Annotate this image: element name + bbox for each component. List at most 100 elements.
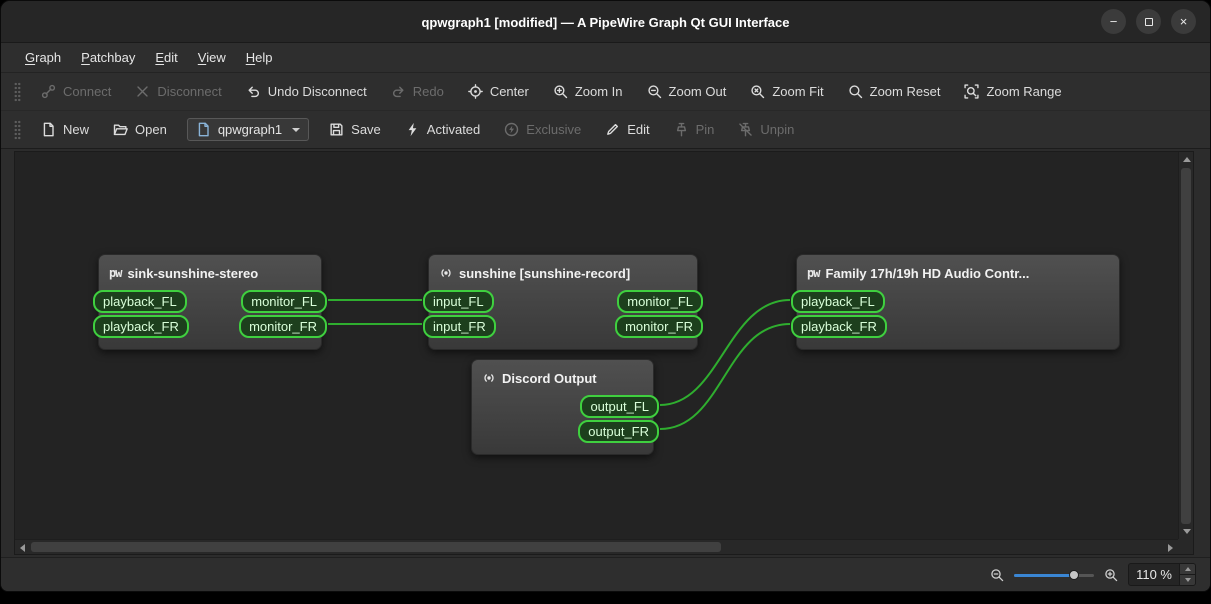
minimize-button[interactable]: − [1101, 9, 1126, 34]
file-icon [196, 122, 211, 137]
app-window: qpwgraph1 [modified] — A PipeWire Graph … [0, 0, 1211, 592]
port-input_FR[interactable]: input_FR [423, 315, 496, 338]
port-output_FR[interactable]: output_FR [578, 420, 659, 443]
scrollbar-corner [1178, 539, 1193, 554]
pipewire-icon: pw [109, 266, 122, 280]
unpin-icon [738, 122, 753, 137]
zoom-fit-icon [750, 84, 765, 99]
port-playback_FR[interactable]: playback_FR [791, 315, 887, 338]
node-title: sunshine [sunshine-record] [459, 265, 631, 281]
spin-up-button[interactable] [1180, 564, 1195, 574]
patchbay-toolbar: New Open qpwgraph1 Save Activated Exclus… [1, 111, 1210, 149]
zoom-value[interactable]: 110 % [1129, 564, 1179, 585]
port-playback_FL[interactable]: playback_FL [93, 290, 187, 313]
open-button[interactable]: Open [101, 111, 179, 148]
port-monitor_FR[interactable]: monitor_FR [615, 315, 703, 338]
redo-button[interactable]: Redo [379, 73, 456, 110]
scroll-up-button[interactable] [1179, 152, 1194, 167]
center-icon [468, 84, 483, 99]
node-family-hd-audio-controller[interactable]: pw Family 17h/19h HD Audio Contr... play… [791, 254, 1120, 350]
zoom-in-icon [553, 84, 568, 99]
statusbar: 110 % [1, 557, 1210, 591]
port-input_FL[interactable]: input_FL [423, 290, 494, 313]
close-button[interactable]: × [1171, 9, 1196, 34]
zoom-out-button[interactable]: Zoom Out [635, 73, 739, 110]
menu-help[interactable]: Help [236, 46, 283, 69]
activated-toggle[interactable]: Activated [393, 111, 492, 148]
node-title: Discord Output [502, 370, 597, 386]
zoom-out-icon[interactable] [990, 568, 1004, 582]
pipewire-icon: pw [807, 266, 820, 280]
arrow-down-icon [1182, 529, 1191, 534]
zoom-in-button[interactable]: Zoom In [541, 73, 635, 110]
new-file-icon [41, 122, 56, 137]
scroll-right-button[interactable] [1163, 540, 1178, 555]
save-icon [329, 122, 344, 137]
node-sunshine-record[interactable]: sunshine [sunshine-record] input_FL moni… [423, 254, 703, 350]
redo-icon [391, 84, 406, 99]
port-monitor_FL[interactable]: monitor_FL [241, 290, 327, 313]
zoom-reset-button[interactable]: Zoom Reset [836, 73, 953, 110]
disconnect-button[interactable]: Disconnect [123, 73, 233, 110]
node-discord-output[interactable]: Discord Output output_FL output_FR [471, 359, 659, 455]
pin-icon [674, 122, 689, 137]
scroll-left-button[interactable] [15, 540, 30, 555]
slider-handle[interactable] [1069, 569, 1080, 580]
horizontal-scroll-thumb[interactable] [31, 542, 721, 552]
node-sink-sunshine-stereo[interactable]: pw sink-sunshine-stereo playback_FL moni… [93, 254, 327, 350]
vertical-scrollbar[interactable] [1178, 152, 1193, 539]
pin-button[interactable]: Pin [662, 111, 727, 148]
connect-icon [41, 84, 56, 99]
connect-button[interactable]: Connect [29, 73, 123, 110]
port-playback_FR[interactable]: playback_FR [93, 315, 189, 338]
exclusive-toggle[interactable]: Exclusive [492, 111, 593, 148]
port-playback_FL[interactable]: playback_FL [791, 290, 885, 313]
zoom-slider[interactable] [1014, 568, 1095, 582]
center-button[interactable]: Center [456, 73, 541, 110]
zoom-range-button[interactable]: Zoom Range [952, 73, 1073, 110]
window-title: qpwgraph1 [modified] — A PipeWire Graph … [421, 14, 790, 30]
exclusive-icon [504, 122, 519, 137]
scroll-down-button[interactable] [1179, 524, 1194, 539]
zoom-range-icon [964, 84, 979, 99]
menu-patchbay[interactable]: Patchbay [71, 46, 145, 69]
arrow-left-icon [20, 543, 25, 552]
menubar: Graph Patchbay Edit View Help [1, 43, 1210, 73]
close-icon: × [1179, 14, 1188, 29]
zoom-reset-icon [848, 84, 863, 99]
minimize-icon: − [1109, 14, 1118, 29]
unpin-button[interactable]: Unpin [726, 111, 806, 148]
edit-toggle[interactable]: Edit [593, 111, 661, 148]
zoom-fit-button[interactable]: Zoom Fit [738, 73, 835, 110]
zoom-in-icon[interactable] [1104, 568, 1118, 582]
vertical-scroll-thumb[interactable] [1181, 168, 1191, 524]
toolbar-grip-handle[interactable] [14, 81, 21, 102]
node-title: sink-sunshine-stereo [127, 265, 259, 281]
patchbay-file-dropdown[interactable]: qpwgraph1 [186, 118, 310, 141]
undo-disconnect-button[interactable]: Undo Disconnect [234, 73, 379, 110]
graph-toolbar: Connect Disconnect Undo Disconnect Redo … [1, 73, 1210, 111]
undo-icon [246, 84, 261, 99]
menu-edit[interactable]: Edit [145, 46, 187, 69]
open-folder-icon [113, 122, 128, 137]
new-button[interactable]: New [29, 111, 101, 148]
port-monitor_FR[interactable]: monitor_FR [239, 315, 327, 338]
menu-graph[interactable]: Graph [15, 46, 71, 69]
port-output_FL[interactable]: output_FL [580, 395, 659, 418]
zoom-spinbox[interactable]: 110 % [1128, 563, 1196, 586]
toolbar-grip-handle[interactable] [14, 119, 21, 140]
menu-view[interactable]: View [188, 46, 236, 69]
zoom-out-icon [647, 84, 662, 99]
node-title: Family 17h/19h HD Audio Contr... [825, 265, 1030, 281]
horizontal-scrollbar[interactable] [15, 539, 1178, 554]
port-monitor_FL[interactable]: monitor_FL [617, 290, 703, 313]
audio-node-icon [439, 266, 453, 280]
spin-down-button[interactable] [1180, 574, 1195, 585]
maximize-button[interactable] [1136, 9, 1161, 34]
maximize-icon [1144, 17, 1153, 26]
titlebar[interactable]: qpwgraph1 [modified] — A PipeWire Graph … [1, 1, 1210, 43]
graph-canvas[interactable]: pw sink-sunshine-stereo playback_FL moni… [15, 152, 1178, 539]
slider-fill [1014, 573, 1075, 577]
disconnect-icon [135, 84, 150, 99]
save-button[interactable]: Save [317, 111, 393, 148]
